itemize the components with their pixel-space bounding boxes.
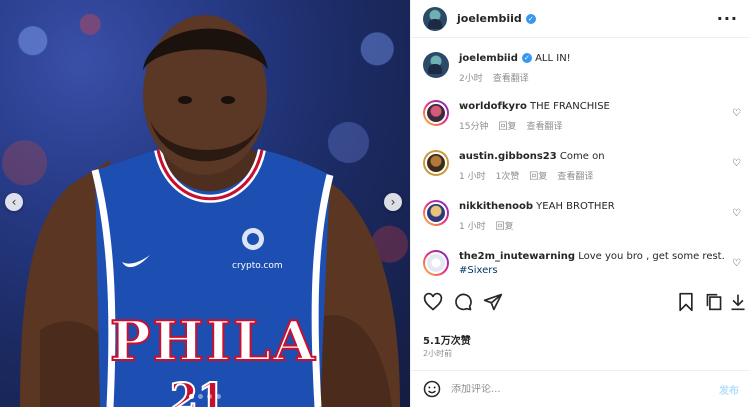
carousel-indicator — [0, 394, 410, 399]
comment-username[interactable]: worldofkyro — [459, 101, 527, 112]
owner-username[interactable]: joelembiid — [457, 12, 522, 25]
comment-item: worldofkyro THE FRANCHISE 15分钟 回复 查看翻译 ♡ — [423, 100, 743, 134]
commenter-avatar[interactable] — [423, 250, 449, 276]
owner-avatar-small[interactable] — [423, 52, 449, 78]
carousel-dot — [216, 394, 221, 399]
carousel-dot — [198, 394, 203, 399]
post-action-bar — [423, 292, 745, 316]
post-header: joelembiid ✓ ··· — [411, 0, 750, 38]
jersey-number: 21 — [170, 375, 226, 407]
hashtag-link[interactable]: #Sixers — [459, 265, 498, 276]
comments-list: joelembiid ✓ ALL IN! 2小时 查看翻译 worldofkyro… — [411, 38, 750, 284]
previous-photo-button[interactable]: ‹ — [5, 193, 23, 211]
comment-text: Come on — [559, 151, 605, 162]
like-comment-heart-icon[interactable]: ♡ — [732, 108, 741, 119]
carousel-dot — [207, 394, 212, 399]
chevron-left-icon: ‹ — [11, 195, 17, 209]
like-comment-heart-icon[interactable]: ♡ — [732, 258, 741, 269]
post-timestamp: 2小时前 — [423, 349, 453, 358]
comment-username[interactable]: nikkithenoob — [459, 201, 533, 212]
translate-link[interactable]: 查看翻译 — [557, 170, 593, 184]
owner-avatar[interactable] — [423, 6, 447, 31]
comment-username[interactable]: the2m_inutewarning — [459, 251, 575, 262]
reply-button[interactable]: 回复 — [498, 120, 516, 134]
caption-time: 2小时 — [459, 74, 483, 84]
post-comment-button[interactable]: 发布 — [719, 382, 739, 397]
comment-like-count[interactable]: 1次赞 — [496, 170, 520, 184]
like-comment-heart-icon[interactable]: ♡ — [732, 158, 741, 169]
jersey-lettering: PHILA — [110, 309, 317, 373]
comment-bubble-icon[interactable] — [453, 292, 473, 312]
comment-item: austin.gibbons23 Come on 1 小时 1次赞 回复 查看翻… — [423, 150, 743, 184]
comment-item: nikkithenoob YEAH BROTHER 1 小时 回复 ♡ — [423, 200, 743, 234]
post-details-panel: joelembiid ✓ ··· joelembiid ✓ ALL IN! 2小时… — [410, 0, 750, 407]
commenter-avatar[interactable] — [423, 100, 449, 126]
comment-text: Love you bro , get some rest. — [578, 251, 725, 262]
player-illustration: crypto.com PHILA 21 — [20, 15, 400, 407]
comment-time: 15分钟 — [459, 122, 489, 132]
post-photo: crypto.com PHILA 21 ‹ › — [0, 0, 410, 407]
like-heart-icon[interactable] — [423, 292, 443, 312]
commenter-avatar[interactable] — [423, 200, 449, 226]
comment-text: YEAH BROTHER — [536, 201, 615, 212]
caption-text: ALL IN! — [535, 53, 571, 64]
verified-icon: ✓ — [525, 13, 536, 24]
copy-link-icon[interactable] — [705, 292, 723, 312]
comment-username[interactable]: austin.gibbons23 — [459, 151, 557, 162]
smiley-icon[interactable] — [423, 380, 441, 398]
verified-icon: ✓ — [521, 53, 532, 63]
caption-translate-link[interactable]: 查看翻译 — [493, 72, 529, 86]
translate-link[interactable]: 查看翻译 — [526, 120, 562, 134]
more-options-icon[interactable]: ··· — [717, 9, 738, 28]
share-paper-plane-icon[interactable] — [483, 292, 503, 312]
jersey-sponsor: crypto.com — [232, 261, 283, 271]
carousel-dot — [189, 394, 194, 399]
post-caption: joelembiid ✓ ALL IN! 2小时 查看翻译 — [423, 52, 743, 86]
download-icon[interactable] — [729, 292, 747, 312]
comment-time: 1 小时 — [459, 172, 486, 182]
comment-input[interactable] — [451, 383, 719, 395]
commenter-avatar[interactable] — [423, 150, 449, 176]
comment-time: 1 小时 — [459, 222, 486, 232]
reply-button[interactable]: 回复 — [496, 220, 514, 234]
likes-count[interactable]: 5.1万次赞 — [423, 332, 471, 347]
comment-text: THE FRANCHISE — [530, 101, 610, 112]
bookmark-icon[interactable] — [677, 292, 695, 312]
like-comment-heart-icon[interactable]: ♡ — [732, 208, 741, 219]
comment-item: the2m_inutewarning Love you bro , get so… — [423, 250, 743, 278]
next-photo-button[interactable]: › — [384, 193, 402, 211]
reply-button[interactable]: 回复 — [529, 170, 547, 184]
caption-username[interactable]: joelembiid — [459, 53, 518, 64]
chevron-right-icon: › — [390, 195, 396, 209]
add-comment-bar: 发布 — [411, 370, 750, 407]
